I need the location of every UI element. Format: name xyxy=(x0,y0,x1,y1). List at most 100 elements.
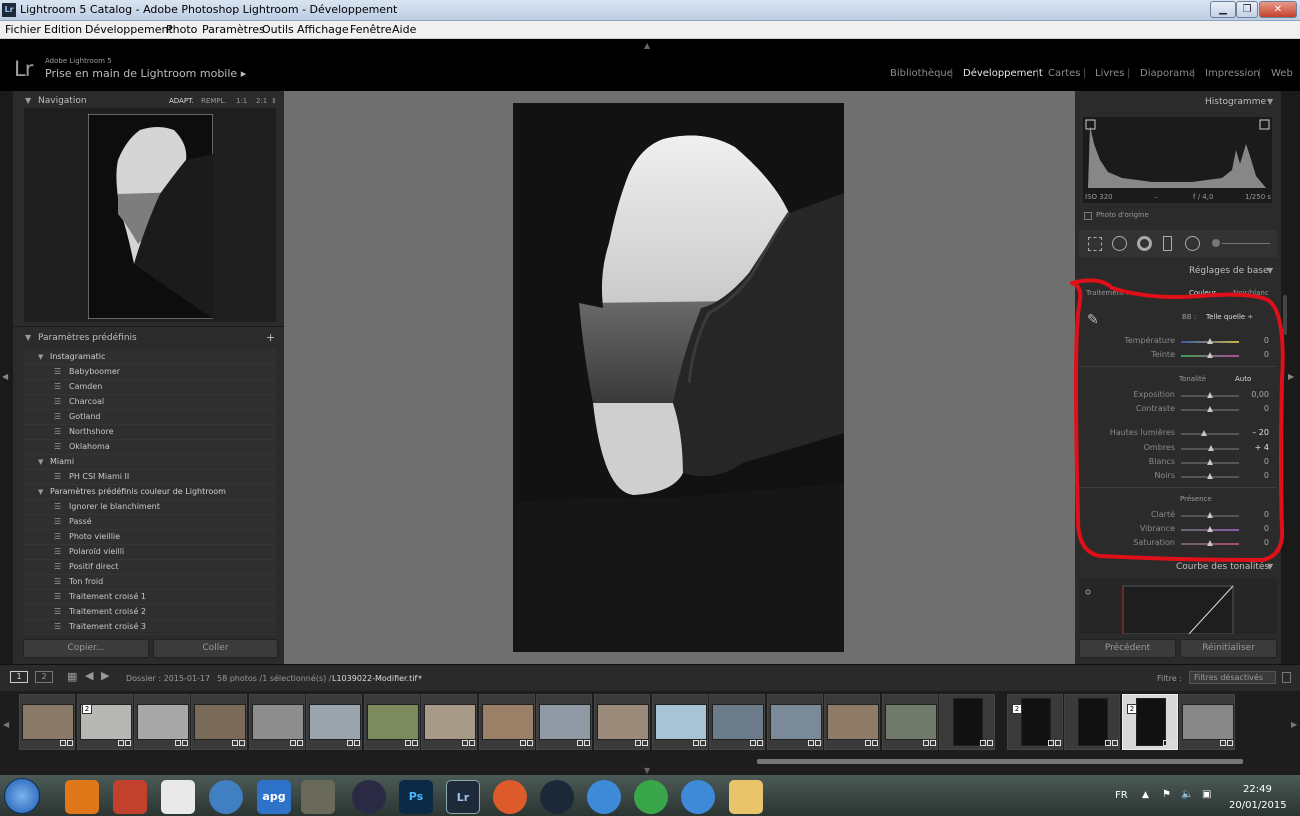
red-eye-icon[interactable] xyxy=(1137,236,1152,251)
primary-window-button[interactable]: 1 xyxy=(10,671,28,683)
paste-button[interactable]: Coller xyxy=(153,639,278,658)
preset-item[interactable] xyxy=(24,440,276,455)
start-button[interactable] xyxy=(4,778,40,814)
slider-value[interactable]: 0 xyxy=(1247,510,1269,519)
catalog-name[interactable]: Prise en main de Lightroom mobile ▸ xyxy=(45,67,246,80)
clock-date[interactable]: 20/01/2015 xyxy=(1229,800,1287,811)
original-photo-checkbox[interactable] xyxy=(1084,212,1092,220)
tone-curve-toggle-icon[interactable]: ▼ xyxy=(1267,562,1273,571)
network-icon[interactable]: ▣ xyxy=(1202,789,1211,800)
filmstrip-thumbnail[interactable] xyxy=(827,704,879,740)
eyedropper-icon[interactable]: ✎ xyxy=(1087,312,1099,328)
preset-item[interactable] xyxy=(24,560,276,575)
menu-aide[interactable]: Aide xyxy=(392,23,416,36)
module-impression[interactable]: Impression xyxy=(1205,68,1260,79)
filmstrip-thumbnail[interactable] xyxy=(1078,698,1108,746)
slider-knob[interactable] xyxy=(1207,540,1213,546)
filmstrip-thumbnail[interactable] xyxy=(424,704,476,740)
filmstrip-thumbnail[interactable] xyxy=(309,704,361,740)
slider-value[interactable]: 0 xyxy=(1247,336,1269,345)
preset-group-toggle-icon[interactable]: ▼ xyxy=(38,353,43,361)
filmstrip-thumbnail[interactable] xyxy=(655,704,707,740)
menu-parametres[interactable]: Paramètres xyxy=(202,23,265,36)
taskbar-origin-icon[interactable] xyxy=(493,780,527,814)
slider-value[interactable]: + 4 xyxy=(1247,443,1269,452)
slider-knob[interactable] xyxy=(1207,338,1213,344)
slider-knob[interactable] xyxy=(1207,512,1213,518)
file-dropdown-icon[interactable]: ▾ xyxy=(418,673,422,682)
taskbar-photoshop-icon[interactable]: Ps xyxy=(399,780,433,814)
filmstrip-thumbnail[interactable] xyxy=(482,704,534,740)
menu-photo[interactable]: Photo xyxy=(166,23,197,36)
taskbar-media-icon[interactable] xyxy=(352,780,386,814)
filmstrip-thumbnail[interactable] xyxy=(712,704,764,740)
filmstrip-thumbnail[interactable] xyxy=(1136,698,1166,746)
zoom-1-1[interactable]: 1:1 xyxy=(236,97,247,105)
tone-curve-chart[interactable] xyxy=(1079,578,1277,634)
filmstrip-thumbnail[interactable] xyxy=(770,704,822,740)
slider-knob[interactable] xyxy=(1207,352,1213,358)
slider-knob[interactable] xyxy=(1207,459,1213,465)
preset-item[interactable] xyxy=(24,590,276,605)
taskbar-chrome-icon[interactable] xyxy=(634,780,668,814)
secondary-window-button[interactable]: 2 xyxy=(35,671,53,683)
preset-item[interactable] xyxy=(24,470,276,485)
language-indicator[interactable]: FR xyxy=(1115,790,1128,801)
add-preset-button[interactable]: + xyxy=(266,331,275,344)
histogram-toggle-icon[interactable]: ▼ xyxy=(1267,97,1273,106)
filmstrip-thumbnail[interactable] xyxy=(953,698,983,746)
flag-icon[interactable]: ⚑ xyxy=(1162,789,1171,800)
maximize-button[interactable]: ❐ xyxy=(1236,1,1258,18)
filmstrip-thumbnail[interactable] xyxy=(597,704,649,740)
preset-item[interactable] xyxy=(24,605,276,620)
filmstrip-right-icon[interactable]: ▶ xyxy=(1291,720,1297,729)
navigator-thumbnail[interactable] xyxy=(88,114,213,319)
menu-fenetre[interactable]: Fenêtre xyxy=(350,23,392,36)
filmstrip-left-icon[interactable]: ◀ xyxy=(3,720,9,729)
taskbar-apg-icon[interactable]: apg xyxy=(257,780,291,814)
preset-item[interactable] xyxy=(24,425,276,440)
slider-value[interactable]: 0 xyxy=(1247,404,1269,413)
zoom-fit[interactable]: ADAPT. xyxy=(169,97,194,105)
presets-toggle-icon[interactable]: ▼ xyxy=(25,333,31,342)
preset-item[interactable] xyxy=(24,410,276,425)
collapse-left-icon[interactable]: ◀ xyxy=(2,372,8,381)
preset-group-toggle-icon[interactable]: ▼ xyxy=(38,488,43,496)
zoom-2-1[interactable]: 2:1 xyxy=(256,97,267,105)
tray-expand-icon[interactable]: ▲ xyxy=(1142,790,1149,800)
filter-select[interactable]: Filtres désactivés xyxy=(1189,671,1276,684)
close-button[interactable]: ✕ xyxy=(1259,1,1297,18)
module-developpement[interactable]: Développement xyxy=(963,68,1043,79)
taskbar-camera-icon[interactable] xyxy=(301,780,335,814)
filmstrip-thumbnail[interactable] xyxy=(194,704,246,740)
menu-developpement[interactable]: Développement xyxy=(85,23,173,36)
zoom-fill[interactable]: REMPL. xyxy=(201,97,227,105)
minimize-button[interactable]: ▁ xyxy=(1210,1,1236,18)
main-photo[interactable] xyxy=(513,103,844,652)
crop-tool-icon[interactable] xyxy=(1088,237,1102,251)
slider-knob[interactable] xyxy=(1201,430,1208,436)
filmstrip-thumbnail[interactable] xyxy=(367,704,419,740)
module-web[interactable]: Web xyxy=(1271,68,1293,79)
filmstrip-thumbnail[interactable] xyxy=(1021,698,1051,746)
clock-time[interactable]: 22:49 xyxy=(1243,784,1272,795)
tool-slider[interactable] xyxy=(1222,243,1270,244)
taskbar-lightroom-icon[interactable]: Lr xyxy=(446,780,480,814)
previous-button[interactable]: Précédent xyxy=(1079,639,1176,658)
grid-view-icon[interactable]: ▦ xyxy=(67,670,77,683)
radial-filter-icon[interactable] xyxy=(1185,236,1200,251)
filmstrip-thumbnail[interactable] xyxy=(1182,704,1234,740)
reset-button[interactable]: Réinitialiser xyxy=(1180,639,1277,658)
graduated-filter-icon[interactable] xyxy=(1163,236,1172,251)
taskbar-itunes-icon-2[interactable] xyxy=(681,780,715,814)
slider-track[interactable] xyxy=(1181,433,1239,435)
preset-item[interactable] xyxy=(24,545,276,560)
filmstrip-thumbnail[interactable] xyxy=(137,704,189,740)
brush-icon[interactable] xyxy=(1212,239,1220,247)
slider-knob[interactable] xyxy=(1208,445,1215,451)
taskbar-itunes-icon[interactable] xyxy=(587,780,621,814)
module-cartes[interactable]: Cartes xyxy=(1048,68,1081,79)
right-scrollbar[interactable] xyxy=(1283,295,1287,335)
slider-value[interactable]: 0 xyxy=(1247,457,1269,466)
back-arrow-icon[interactable]: ◀ xyxy=(85,669,93,682)
